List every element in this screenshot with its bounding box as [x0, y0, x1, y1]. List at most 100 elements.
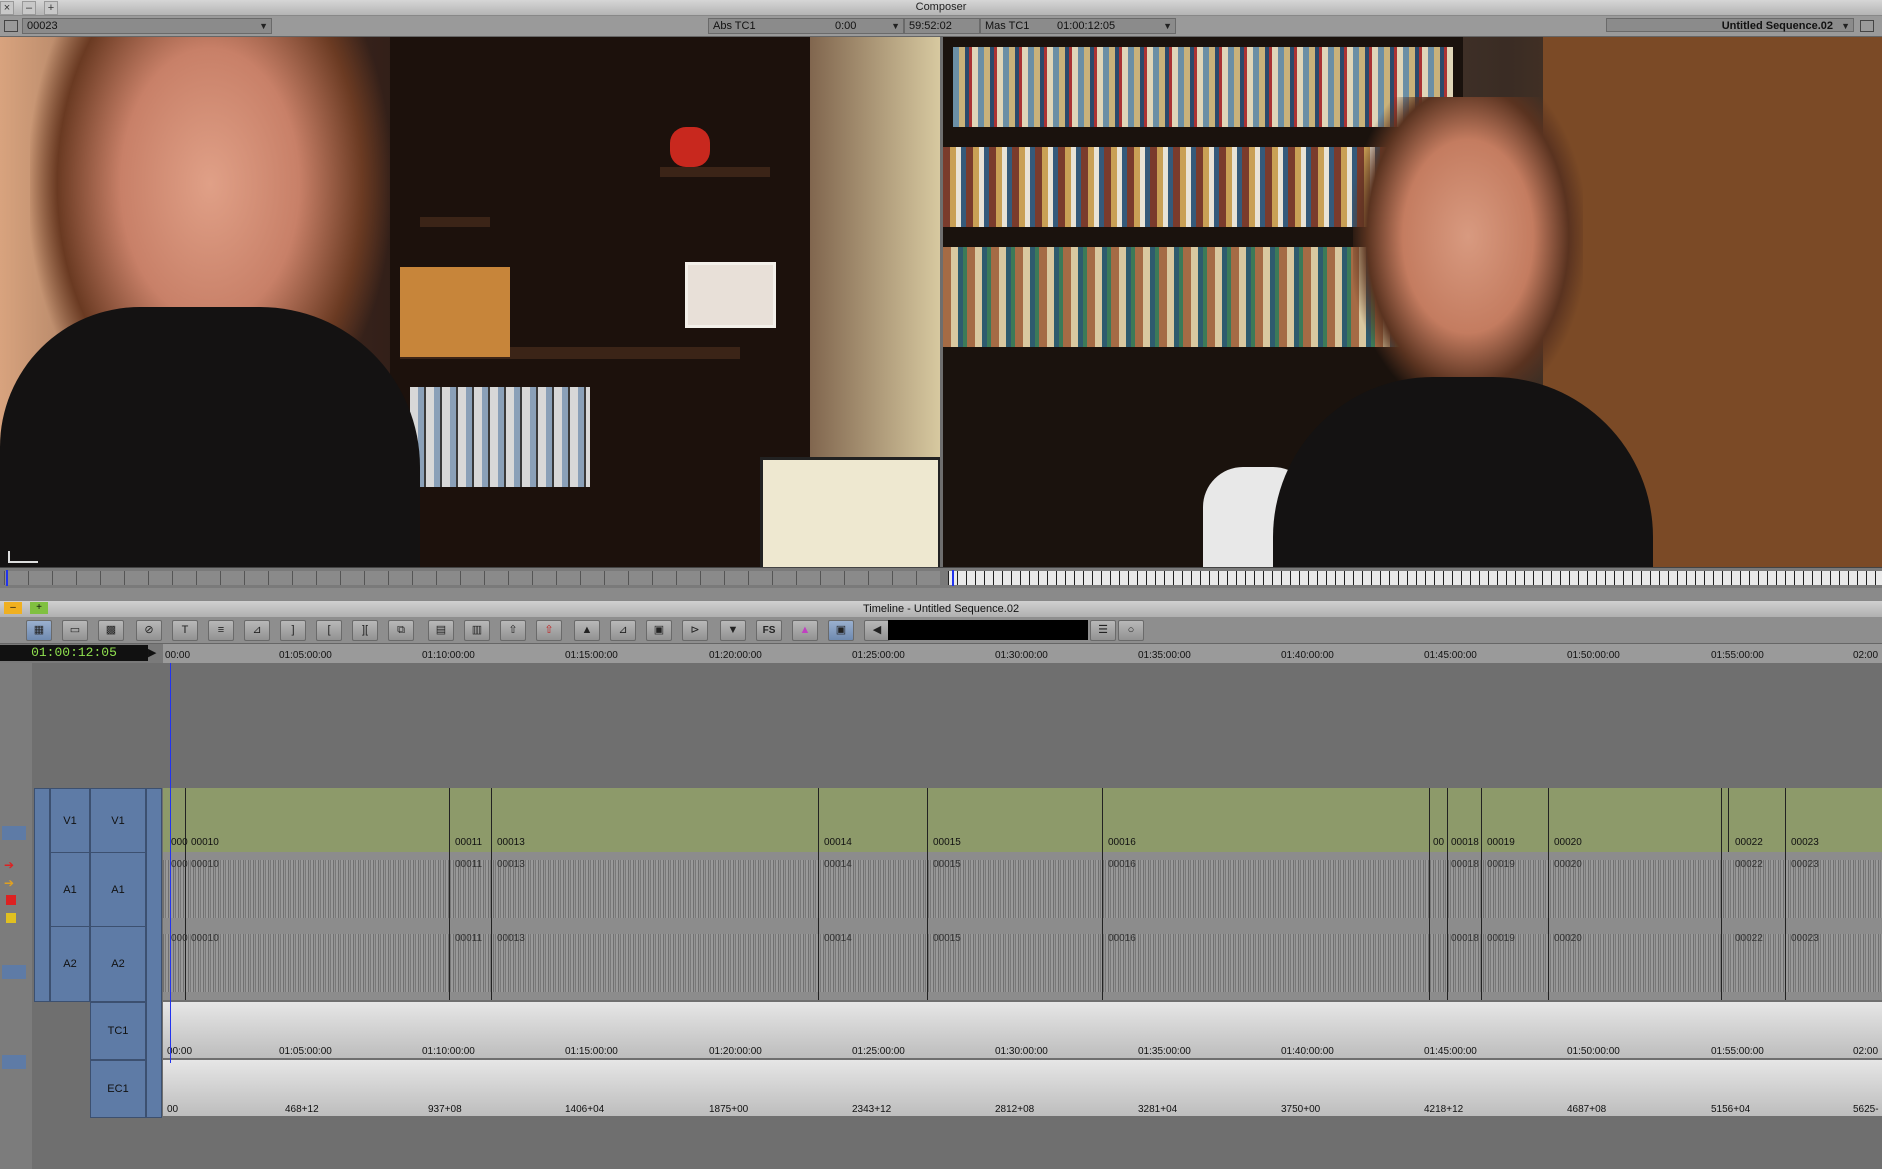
- edit-point[interactable]: [1785, 852, 1786, 926]
- edit-point[interactable]: [1785, 926, 1786, 1000]
- edit-point[interactable]: [1429, 926, 1430, 1000]
- lift-icon[interactable]: ⇧: [500, 620, 526, 641]
- play-arrow-icon[interactable]: ▶: [148, 646, 156, 659]
- edge-code-track-ec1[interactable]: 00 468+12 937+08 1406+04 1875+00 2343+12…: [163, 1060, 1882, 1116]
- red-segment-icon[interactable]: [6, 895, 16, 905]
- edit-point[interactable]: [1102, 852, 1103, 926]
- source-track-v1[interactable]: V1: [50, 788, 90, 854]
- toggle-monitor-icon[interactable]: ▣: [828, 620, 854, 641]
- edit-point[interactable]: [449, 926, 450, 1000]
- video-track-v1[interactable]: 000 00010 00011 00013 00014 00015 00016 …: [163, 788, 1882, 852]
- record-position-bar[interactable]: [948, 571, 1882, 585]
- abs-tc-display[interactable]: Abs TC1 0:00 ▼: [708, 18, 904, 34]
- edit-point[interactable]: [1447, 788, 1448, 852]
- align-icon[interactable]: ≡: [208, 620, 234, 641]
- slip-icon[interactable]: ⧉: [388, 620, 414, 641]
- mas-tc-display[interactable]: Mas TC1 01:00:12:05 ▼: [980, 18, 1176, 34]
- track-monitor-icon[interactable]: [2, 965, 26, 979]
- source-track-a1[interactable]: A1: [50, 852, 90, 928]
- edit-point[interactable]: [1548, 926, 1549, 1000]
- yellow-arrow-icon[interactable]: ➔: [4, 876, 14, 890]
- edit-point[interactable]: [818, 926, 819, 1000]
- record-track-tc1[interactable]: TC1: [90, 1002, 146, 1060]
- angle-tool-icon[interactable]: ⊿: [244, 620, 270, 641]
- record-track-v1[interactable]: V1: [90, 788, 146, 854]
- edit-point[interactable]: [1785, 788, 1786, 852]
- clip-label: 00023: [1791, 859, 1819, 870]
- trim-both-icon[interactable]: ][: [352, 620, 378, 641]
- edit-point[interactable]: [927, 852, 928, 926]
- edit-point[interactable]: [1721, 926, 1722, 1000]
- transport-controls-strip[interactable]: [0, 588, 1882, 600]
- overlay-marker-icon: [8, 551, 38, 563]
- extract-icon[interactable]: ⇧: [536, 620, 562, 641]
- edit-point[interactable]: [1429, 788, 1430, 852]
- edit-point[interactable]: [818, 788, 819, 852]
- yellow-segment-icon[interactable]: [6, 913, 16, 923]
- text-tool-icon[interactable]: T: [172, 620, 198, 641]
- edit-point[interactable]: [1429, 852, 1430, 926]
- toggle-source-record-icon[interactable]: ▭: [62, 620, 88, 641]
- audio-track-a2[interactable]: 000 00010 00011 00013 00014 00015 00016 …: [163, 926, 1882, 1000]
- trim-left-icon[interactable]: [: [316, 620, 342, 641]
- overwrite-icon[interactable]: ▥: [464, 620, 490, 641]
- edit-point[interactable]: [1102, 788, 1103, 852]
- list-icon[interactable]: ☰: [1090, 620, 1116, 641]
- edit-point[interactable]: [491, 852, 492, 926]
- edit-point[interactable]: [1548, 788, 1549, 852]
- edit-point[interactable]: [1481, 926, 1482, 1000]
- source-track-a2[interactable]: A2: [50, 926, 90, 1002]
- edit-point[interactable]: [1447, 852, 1448, 926]
- record-position-indicator[interactable]: [952, 570, 954, 586]
- menu-icon[interactable]: [4, 20, 18, 32]
- edit-point[interactable]: [1481, 852, 1482, 926]
- edit-point[interactable]: [927, 788, 928, 852]
- record-sequence-menu[interactable]: Untitled Sequence.02 ▼: [1606, 18, 1854, 32]
- record-track-a1[interactable]: A1: [90, 852, 146, 928]
- edit-point[interactable]: [1102, 926, 1103, 1000]
- edit-point[interactable]: [449, 788, 450, 852]
- laptop-screen: [760, 457, 940, 567]
- effects-mode-icon[interactable]: ▩: [98, 620, 124, 641]
- edit-point[interactable]: [1481, 788, 1482, 852]
- audio-track-a1[interactable]: 000 00010 00011 00013 00014 00015 00016 …: [163, 852, 1882, 926]
- speaker-icon[interactable]: ◀: [864, 620, 890, 641]
- edit-point[interactable]: [1548, 852, 1549, 926]
- source-position-bar[interactable]: [4, 571, 940, 585]
- source-position-indicator[interactable]: [6, 570, 8, 586]
- edit-point[interactable]: [449, 852, 450, 926]
- timeline-timecode[interactable]: 01:00:12:05: [0, 645, 148, 661]
- video-quality-icon[interactable]: ▦: [26, 620, 52, 641]
- arrow-up-icon[interactable]: ▲: [574, 620, 600, 641]
- circle-icon[interactable]: ○: [1118, 620, 1144, 641]
- edit-point[interactable]: [1721, 852, 1722, 926]
- collapse-icon[interactable]: ▣: [646, 620, 672, 641]
- timeline-ruler[interactable]: 00:00 01:05:00:00 01:10:00:00 01:15:00:0…: [163, 644, 1882, 664]
- edit-point[interactable]: [818, 852, 819, 926]
- marker-icon[interactable]: ▲: [792, 620, 818, 641]
- record-track-a2[interactable]: A2: [90, 926, 146, 1002]
- menu-icon[interactable]: [1860, 20, 1874, 32]
- dropdown-icon[interactable]: ▼: [720, 620, 746, 641]
- track-tool-icon[interactable]: [2, 1055, 26, 1069]
- edit-point[interactable]: [1447, 926, 1448, 1000]
- playhead-position-indicator[interactable]: [170, 663, 171, 1063]
- edit-point[interactable]: [491, 926, 492, 1000]
- splice-in-icon[interactable]: ▤: [428, 620, 454, 641]
- timecode-track-tc1[interactable]: 00:00 01:05:00:00 01:10:00:00 01:15:00:0…: [163, 1002, 1882, 1058]
- match-frame-icon[interactable]: ⊳: [682, 620, 708, 641]
- no-entry-icon[interactable]: ⊘: [136, 620, 162, 641]
- trim-right-icon[interactable]: ]: [280, 620, 306, 641]
- source-clip-menu[interactable]: 00023 ▼: [22, 18, 272, 34]
- record-track-ec1[interactable]: EC1: [90, 1060, 146, 1118]
- record-monitor[interactable]: [943, 37, 1882, 567]
- edit-point[interactable]: [1728, 788, 1729, 852]
- source-monitor[interactable]: [0, 37, 940, 567]
- fullscreen-button[interactable]: FS: [756, 620, 782, 641]
- edit-point[interactable]: [1721, 788, 1722, 852]
- edit-point[interactable]: [927, 926, 928, 1000]
- edit-point[interactable]: [491, 788, 492, 852]
- segment-tool-icon[interactable]: ⊿: [610, 620, 636, 641]
- red-arrow-icon[interactable]: ➔: [4, 858, 14, 872]
- track-select-icon[interactable]: [2, 826, 26, 840]
